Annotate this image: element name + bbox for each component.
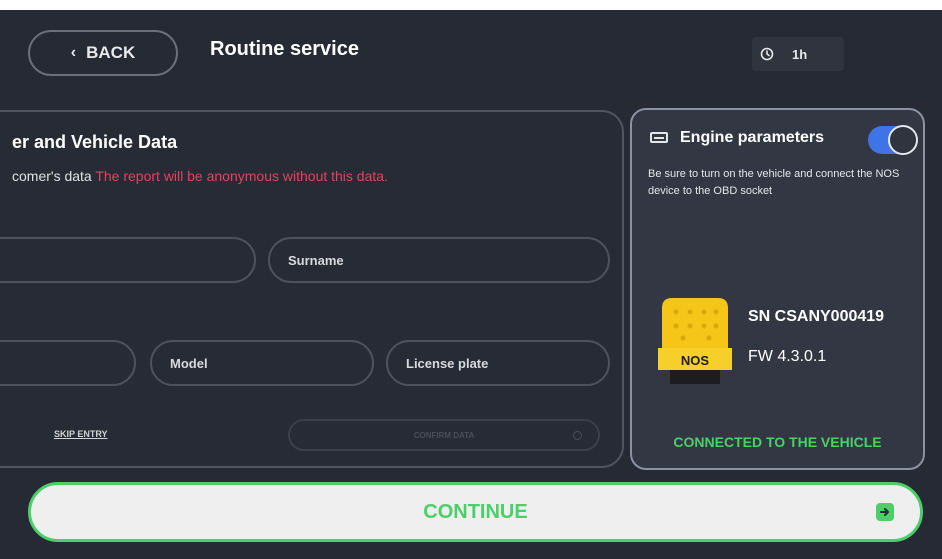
confirm-data-button[interactable]: CONFIRM DATA [288, 419, 600, 451]
engine-panel-title: Engine parameters [680, 129, 825, 146]
anonymous-warning: The report will be anonymous without thi… [95, 168, 388, 184]
device-serial-number: SN CSANY000419 [748, 308, 885, 325]
arrow-right-icon [876, 503, 894, 521]
connection-status: CONNECTED TO THE VEHICLE [673, 434, 882, 450]
back-button-label: BACK [86, 43, 136, 62]
customer-vehicle-panel: er and Vehicle Data comer's data The rep… [0, 110, 624, 468]
engine-parameters-toggle[interactable] [868, 125, 918, 155]
timer-value: 1h [792, 46, 808, 62]
surname-field[interactable]: Surname [268, 237, 610, 283]
engine-panel-description: Be sure to turn on the vehicle and conne… [648, 168, 900, 197]
continue-label: CONTINUE [423, 500, 528, 523]
timer-badge: 1h [752, 37, 844, 71]
name-field[interactable] [0, 237, 256, 283]
device-firmware-version: FW 4.3.0.1 [748, 348, 827, 365]
confirm-circle-icon [573, 431, 582, 440]
engine-params-icon [650, 132, 668, 143]
panel-subtitle: comer's data The report will be anonymou… [12, 168, 388, 184]
toggle-knob [888, 125, 918, 155]
chevron-left-icon: ‹ [70, 44, 77, 61]
skip-entry-link[interactable]: SKIP ENTRY [54, 429, 108, 439]
clock-icon [760, 47, 774, 61]
panel-title: er and Vehicle Data [12, 132, 178, 152]
app-screen: ‹ BACK Routine service 1h er and Vehicle… [0, 10, 942, 559]
subtitle-text: comer's data [12, 168, 96, 184]
engine-parameters-panel: Engine parameters Be sure to turn on the… [630, 108, 925, 470]
page-title: Routine service [210, 38, 359, 60]
nos-device-label: NOS [681, 353, 710, 368]
confirm-data-label: CONFIRM DATA [413, 430, 475, 440]
model-field[interactable]: Model [150, 340, 374, 386]
surname-placeholder: Surname [288, 252, 344, 268]
license-plate-placeholder: License plate [406, 355, 489, 371]
nos-device-image: NOS [658, 298, 732, 384]
brand-field[interactable] [0, 340, 136, 386]
model-placeholder: Model [170, 355, 208, 371]
continue-button[interactable]: CONTINUE [28, 482, 923, 542]
back-button[interactable]: ‹ BACK [28, 30, 178, 76]
license-plate-field[interactable]: License plate [386, 340, 610, 386]
